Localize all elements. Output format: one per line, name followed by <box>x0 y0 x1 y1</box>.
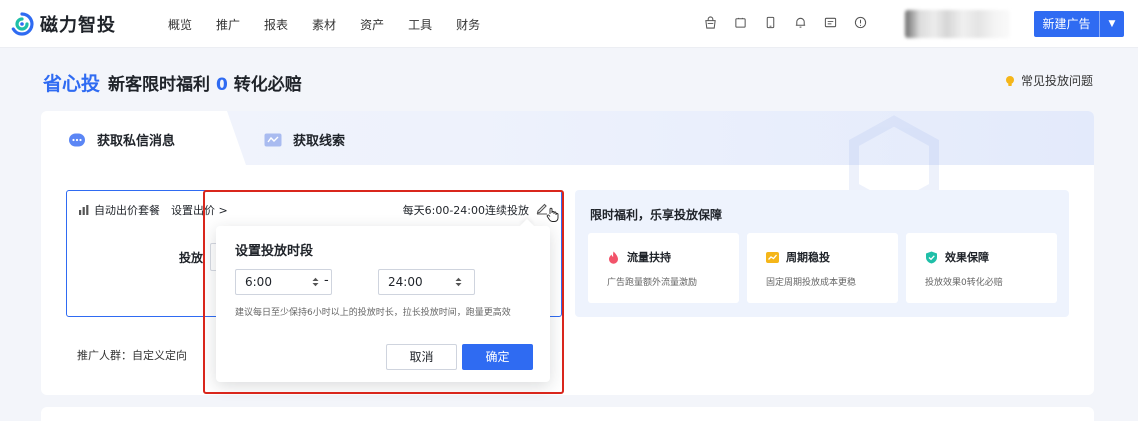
message-icon[interactable] <box>823 14 837 30</box>
confirm-button[interactable]: 确定 <box>462 344 533 370</box>
schedule-text: 每天6:00-24:00连续投放 <box>402 204 529 217</box>
phone-icon[interactable] <box>763 14 777 30</box>
tab-label[interactable]: 获取私信消息 <box>97 130 175 149</box>
secondary-card <box>41 407 1094 421</box>
benefit-desc: 投放效果0转化必赔 <box>925 278 1003 288</box>
start-time-value[interactable]: 6:00 <box>245 275 272 289</box>
benefit-card-guarantee: 效果保障 投放效果0转化必赔 <box>906 233 1057 303</box>
benefit-desc: 固定周期投放成本更稳 <box>766 278 857 288</box>
benefit-card-traffic: 流量扶持 广告跑量额外流量激励 <box>588 233 739 303</box>
nav-item-promotion[interactable]: 推广 <box>216 16 240 33</box>
audience-label: 推广人群：自定义定向 <box>77 349 187 362</box>
trend-icon <box>766 251 779 263</box>
faq-link[interactable]: 常见投放问题 <box>1004 72 1093 89</box>
benefits-title: 限时福利，乐享投放保障 <box>590 208 723 222</box>
schedule-popover: 设置投放时段 6:00 - 24:00 建议每日至少保持6小时以上的投放时长，拉… <box>216 226 550 382</box>
budget-label: 投放 <box>179 251 204 265</box>
main-menu: 概览 推广 报表 素材 资产 工具 财务 <box>168 0 504 48</box>
promo-prefix: 新客限时福利 <box>108 75 216 95</box>
promo-title: 新客限时福利 0 转化必赔 <box>108 70 302 95</box>
benefit-name-text: 周期稳投 <box>786 251 830 264</box>
app-name: 磁力智投 <box>40 15 116 36</box>
help-icon[interactable] <box>853 14 867 30</box>
logo-icon <box>11 12 34 36</box>
utility-icons <box>703 14 883 30</box>
chat-bubble-icon <box>69 133 85 146</box>
nav-item-assets[interactable]: 资产 <box>360 16 384 33</box>
hand-cursor-icon <box>546 207 559 222</box>
chevron-down-icon[interactable]: ▼ <box>1100 19 1124 29</box>
benefits-panel: 限时福利，乐享投放保障 流量扶持 广告跑量额外流量激励 周期稳投 固定周期投放成… <box>575 190 1069 317</box>
page-title: 省心投 新客限时福利 0 转化必赔 <box>43 69 302 96</box>
tablet-icon[interactable] <box>733 14 747 30</box>
benefit-card-stable: 周期稳投 固定周期投放成本更稳 <box>747 233 898 303</box>
config-header: 自动出价套餐 设置出价 > <box>79 202 228 218</box>
benefit-name-text: 流量扶持 <box>627 251 671 264</box>
faq-label[interactable]: 常见投放问题 <box>1021 72 1093 89</box>
nav-item-materials[interactable]: 素材 <box>312 16 336 33</box>
sort-arrows-icon <box>455 277 462 287</box>
leads-icon <box>264 133 282 146</box>
lightbulb-icon <box>1006 75 1014 86</box>
popover-title: 设置投放时段 <box>235 244 314 259</box>
set-bid-link[interactable]: 设置出价 > <box>171 202 228 218</box>
top-nav: 磁力智投 概览 推广 报表 素材 资产 工具 财务 新建广告 ▼ <box>0 0 1138 48</box>
nav-item-finance[interactable]: 财务 <box>456 16 480 33</box>
flame-icon <box>609 251 618 264</box>
promo-number: 0 <box>215 75 228 95</box>
new-ad-button[interactable]: 新建广告 ▼ <box>1034 11 1124 37</box>
decorative-background <box>849 115 939 201</box>
bar-chart-icon <box>79 205 89 215</box>
app-logo[interactable]: 磁力智投 <box>10 11 116 37</box>
nav-item-overview[interactable]: 概览 <box>168 16 192 33</box>
brand-title: 省心投 <box>43 73 101 95</box>
bell-icon[interactable] <box>793 14 807 30</box>
tab-leads[interactable]: 获取线索 <box>264 130 345 149</box>
new-ad-label[interactable]: 新建广告 <box>1034 11 1100 37</box>
schedule-hint: 建议每日至少保持6小时以上的投放时长，拉长投放时间，跑量更高效 <box>235 308 511 318</box>
nav-item-tools[interactable]: 工具 <box>408 16 432 33</box>
campaign-card: 获取私信消息 获取线索 自动出价套餐 设置出价 > 每天6:00-24:00连续… <box>41 111 1094 395</box>
package-label: 自动出价套餐 <box>94 204 160 217</box>
cancel-button[interactable]: 取消 <box>386 344 457 370</box>
promo-suffix: 转化必赔 <box>227 75 302 95</box>
start-time-select[interactable]: 6:00 <box>235 269 332 295</box>
tab-private-messages[interactable]: 获取私信消息 <box>68 130 175 149</box>
end-time-value[interactable]: 24:00 <box>388 275 423 289</box>
shield-icon <box>926 251 937 263</box>
benefit-desc: 广告跑量额外流量激励 <box>607 278 698 288</box>
tab-label[interactable]: 获取线索 <box>293 130 345 149</box>
benefit-name: 周期稳投 <box>766 249 830 265</box>
benefit-name: 效果保障 <box>925 249 989 265</box>
benefit-name-text: 效果保障 <box>945 251 989 264</box>
benefit-name: 流量扶持 <box>607 249 671 265</box>
nav-item-reports[interactable]: 报表 <box>264 16 288 33</box>
end-time-select[interactable]: 24:00 <box>378 269 475 295</box>
sort-arrows-icon <box>312 277 319 287</box>
time-separator: - <box>324 273 329 288</box>
account-avatar[interactable] <box>905 10 1010 38</box>
shop-icon[interactable] <box>703 14 717 30</box>
